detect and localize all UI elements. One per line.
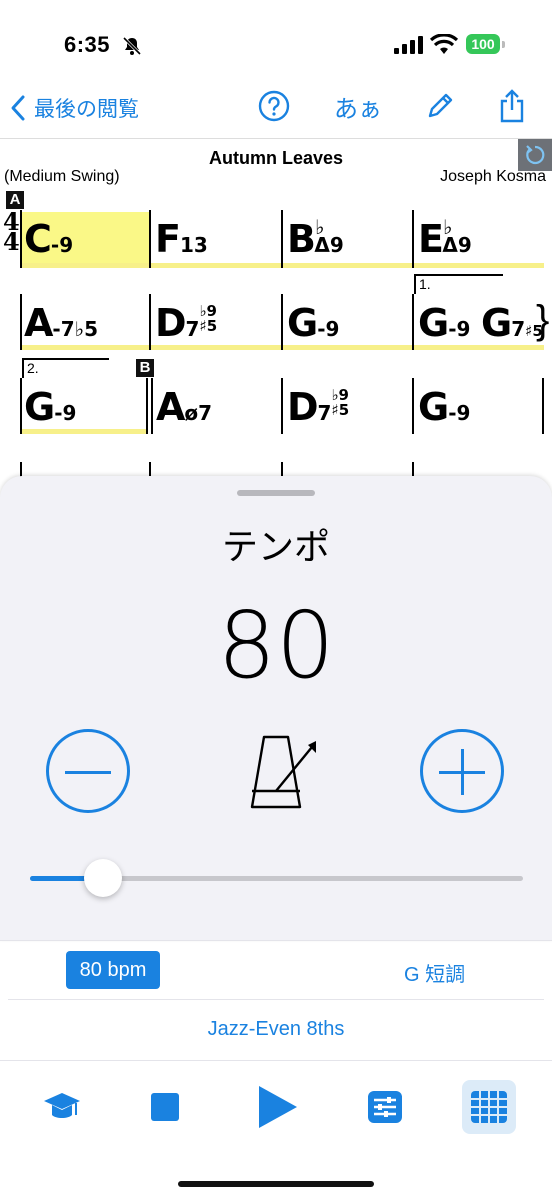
chord-d7-alt[interactable]: D7 ♭9 ♯5 (155, 304, 217, 343)
decrease-tempo-button[interactable] (46, 729, 130, 813)
ending-1: 1. (414, 274, 503, 294)
chord-eb-maj9[interactable]: E♭Δ9 (418, 217, 472, 258)
chord-a-half-dim-7[interactable]: Aø7 (156, 388, 212, 426)
battery-level: 100 (466, 34, 500, 54)
chord-g-minor9-c[interactable]: G-9 (24, 388, 76, 426)
share-icon (500, 89, 524, 123)
help-button[interactable] (256, 88, 292, 124)
stop-icon (151, 1093, 179, 1121)
edit-button[interactable] (422, 88, 458, 124)
wifi-icon (430, 34, 458, 54)
chord-g-minor9-a[interactable]: G-9 (287, 304, 339, 342)
playback-line-row1 (22, 263, 544, 268)
song-title: Autumn Leaves (208, 148, 344, 168)
reset-button[interactable] (518, 139, 552, 171)
battery-icon: 100 (466, 34, 506, 56)
back-label: 最後の閲覧 (34, 98, 139, 121)
home-indicator (178, 1181, 374, 1187)
kana-label: あぁ (334, 95, 382, 123)
chord-f13[interactable]: F13 (155, 220, 208, 258)
sheet-grabber[interactable] (237, 490, 315, 496)
chord-g-minor9-b[interactable]: G-9 (418, 304, 470, 342)
grid-button[interactable] (462, 1080, 516, 1134)
status-time: 6:35 (64, 32, 111, 57)
cellular-signal-icon (394, 36, 423, 54)
song-style: (Medium Swing) (4, 168, 120, 185)
share-button[interactable] (494, 88, 530, 124)
graduation-cap-icon (44, 1093, 80, 1118)
time-signature: 44 (3, 207, 20, 256)
mixer-button[interactable] (358, 1080, 412, 1134)
style-button[interactable]: Jazz-Even 8ths (0, 1018, 552, 1041)
text-size-button[interactable]: あぁ (334, 88, 382, 124)
chord-g7-sharp5[interactable]: G7♯5 (481, 304, 543, 342)
stop-button[interactable] (138, 1080, 192, 1134)
playback-line-row2 (22, 345, 544, 350)
chord-bb-maj9[interactable]: B♭Δ9 (287, 217, 344, 258)
practice-button[interactable] (35, 1080, 89, 1134)
rehearsal-mark-b: B (136, 359, 154, 377)
play-button[interactable] (250, 1080, 304, 1134)
mixer-icon (368, 1091, 402, 1123)
grid-icon (471, 1091, 507, 1123)
pencil-icon (428, 93, 453, 118)
key-button[interactable]: G 短調 (404, 958, 465, 987)
metronome-icon[interactable] (244, 731, 324, 813)
play-icon (259, 1086, 297, 1128)
increase-tempo-button[interactable] (420, 729, 504, 813)
bpm-button[interactable]: 80 bpm (66, 951, 160, 989)
playback-line-row3 (22, 429, 148, 434)
chord-g-minor9-d[interactable]: G-9 (418, 388, 470, 426)
chevron-left-icon (11, 95, 25, 121)
chord-c-minor9[interactable]: C-9 (24, 220, 73, 258)
repeat-end-sign: } (536, 298, 550, 342)
chord-d7-alt-b[interactable]: D7 ♭9 ♯5 (287, 388, 349, 427)
tempo-value: 80 (217, 592, 335, 699)
question-circle-icon (258, 90, 290, 122)
tempo-slider-thumb[interactable] (84, 859, 122, 897)
silent-bell-icon (122, 36, 142, 56)
rotate-icon (526, 145, 545, 165)
ending-2: 2. (22, 358, 109, 378)
minus-icon (65, 771, 111, 774)
back-button[interactable]: 最後の閲覧 (10, 92, 139, 124)
tempo-title: テンポ (221, 526, 330, 567)
chord-a-half-dim[interactable]: A-7♭5 (24, 304, 98, 342)
